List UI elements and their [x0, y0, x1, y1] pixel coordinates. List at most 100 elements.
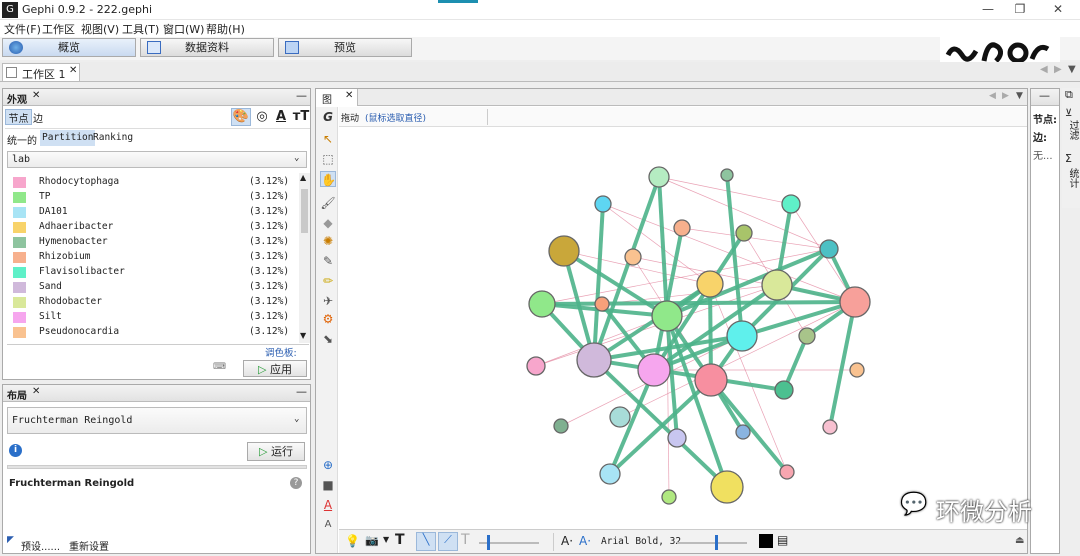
slider-handle[interactable]: [715, 535, 718, 550]
menu-view[interactable]: 视图(V): [81, 21, 119, 37]
tab-partition[interactable]: Partition: [40, 130, 96, 146]
network-node[interactable]: [667, 428, 687, 448]
network-node[interactable]: [553, 418, 569, 434]
pointer-icon[interactable]: ↖: [320, 131, 336, 147]
tab-scroll-right-icon[interactable]: ▶: [1054, 64, 1062, 75]
minimize-panel-icon[interactable]: —: [296, 89, 307, 102]
keyboard-icon[interactable]: ⌨: [213, 362, 226, 372]
color-swatch[interactable]: [13, 267, 26, 278]
font-color-icon[interactable]: A: [320, 497, 336, 513]
color-swatch[interactable]: [13, 237, 26, 248]
network-node[interactable]: [694, 363, 728, 397]
network-node[interactable]: [528, 290, 556, 318]
screenshot-icon[interactable]: 📷: [365, 534, 379, 547]
scroll-up-icon[interactable]: ▲: [300, 173, 306, 182]
graph-canvas[interactable]: [339, 128, 1027, 528]
label-size-icon[interactable]: ᴛT: [292, 109, 310, 125]
network-edge[interactable]: [828, 301, 857, 428]
menu-help[interactable]: 帮助(H): [206, 21, 245, 37]
tab-ranking[interactable]: Ranking: [93, 132, 133, 143]
label-size-mode-icon[interactable]: A·: [561, 534, 573, 548]
edge-pencil-icon[interactable]: ✏: [320, 273, 336, 289]
partition-attribute-select[interactable]: lab ⌄: [7, 151, 307, 168]
close-tab-icon[interactable]: ✕: [345, 90, 353, 101]
font-label[interactable]: Arial Bold, 32: [601, 536, 681, 547]
network-node[interactable]: [576, 342, 612, 378]
network-node[interactable]: [599, 463, 621, 485]
help-icon[interactable]: ?: [290, 477, 302, 489]
tab-nodes[interactable]: 节点: [5, 109, 32, 125]
rectangle-select-icon[interactable]: ⬚: [320, 151, 336, 167]
network-node[interactable]: [798, 327, 816, 345]
layout-algorithm-select[interactable]: Fruchterman Reingold ⌄: [7, 407, 307, 434]
slider-handle[interactable]: [487, 535, 490, 550]
network-node[interactable]: [774, 380, 794, 400]
network-node[interactable]: [651, 300, 683, 332]
color-swatch[interactable]: [13, 327, 26, 338]
network-node[interactable]: [661, 489, 677, 505]
menu-file[interactable]: 文件(F): [4, 21, 41, 37]
color-swatch[interactable]: [13, 282, 26, 293]
attributes-icon[interactable]: ▤: [777, 533, 788, 547]
light-bulb-icon[interactable]: 💡: [345, 534, 360, 548]
drag-hand-icon[interactable]: ✋: [320, 171, 336, 187]
close-window-button[interactable]: ✕: [1048, 2, 1068, 18]
color-swatch[interactable]: [13, 252, 26, 263]
presets-link[interactable]: 预设......: [21, 538, 60, 553]
tab-unique[interactable]: 统一的: [7, 132, 37, 147]
network-node[interactable]: [735, 224, 753, 242]
network-node[interactable]: [822, 419, 838, 435]
close-panel-icon[interactable]: ✕: [32, 386, 40, 397]
color-swatch[interactable]: [13, 192, 26, 203]
show-labels-icon[interactable]: T: [395, 532, 405, 548]
color-swatch[interactable]: [13, 312, 26, 323]
close-panel-icon[interactable]: ✕: [32, 90, 40, 101]
network-node[interactable]: [594, 195, 612, 213]
edge-label-icon[interactable]: T: [461, 532, 470, 548]
window-restore-icon[interactable]: ⧉: [1065, 88, 1073, 102]
tab-list-dropdown-icon[interactable]: ▼: [1016, 91, 1023, 101]
network-node[interactable]: [761, 269, 793, 301]
tab-scroll-left-icon[interactable]: ◀: [989, 91, 996, 101]
network-node[interactable]: [594, 296, 610, 312]
label-color-mode-icon[interactable]: A·: [579, 534, 591, 548]
close-tab-icon[interactable]: ✕: [69, 65, 77, 76]
minimize-button[interactable]: —: [978, 2, 998, 18]
preview-mode-button[interactable]: 预览: [278, 38, 412, 57]
network-node[interactable]: [819, 239, 839, 259]
select-help-icon[interactable]: ⬊: [320, 331, 336, 347]
color-swatch[interactable]: [13, 207, 26, 218]
palette-link[interactable]: 调色板:: [265, 345, 297, 359]
overview-mode-button[interactable]: 概览: [2, 38, 136, 57]
reset-link[interactable]: 重新设置: [69, 538, 109, 553]
color-swatch[interactable]: [13, 222, 26, 233]
partition-list-scrollbar[interactable]: ▲ ▼: [299, 173, 310, 343]
tab-graph[interactable]: 图 ✕: [316, 89, 358, 106]
tab-list-dropdown-icon[interactable]: ▼: [1068, 64, 1076, 75]
minimize-panel-icon[interactable]: —: [296, 385, 307, 398]
brush-icon[interactable]: 🖌: [320, 195, 336, 211]
edge-color-icon[interactable]: ⟋: [438, 532, 458, 551]
color-palette-icon[interactable]: 🎨: [231, 108, 251, 126]
network-node[interactable]: [779, 464, 795, 480]
info-icon[interactable]: i: [9, 444, 22, 457]
side-tab-statistics[interactable]: 统计: [1065, 168, 1080, 188]
pencil-icon[interactable]: ✎: [320, 253, 336, 269]
network-node[interactable]: [735, 424, 751, 440]
label-color-icon[interactable]: A: [273, 109, 289, 125]
network-node[interactable]: [710, 470, 744, 504]
presets-arrow-icon[interactable]: ◤: [7, 535, 14, 545]
network-node[interactable]: [726, 320, 758, 352]
network-node[interactable]: [839, 286, 871, 318]
chevron-down-icon[interactable]: ▼: [383, 535, 389, 544]
data-laboratory-button[interactable]: 数据资料: [140, 38, 274, 57]
network-node[interactable]: [720, 168, 734, 182]
tab-edges[interactable]: 边: [33, 110, 49, 125]
background-color-icon[interactable]: ■: [320, 477, 336, 493]
menu-workspace[interactable]: 工作区: [42, 21, 75, 37]
menu-tools[interactable]: 工具(T): [122, 21, 159, 37]
network-node[interactable]: [648, 166, 670, 188]
scrollbar-thumb[interactable]: [301, 189, 308, 233]
heat-map-icon[interactable]: ✺: [320, 233, 336, 249]
side-tab-filters[interactable]: 过滤: [1065, 120, 1080, 140]
